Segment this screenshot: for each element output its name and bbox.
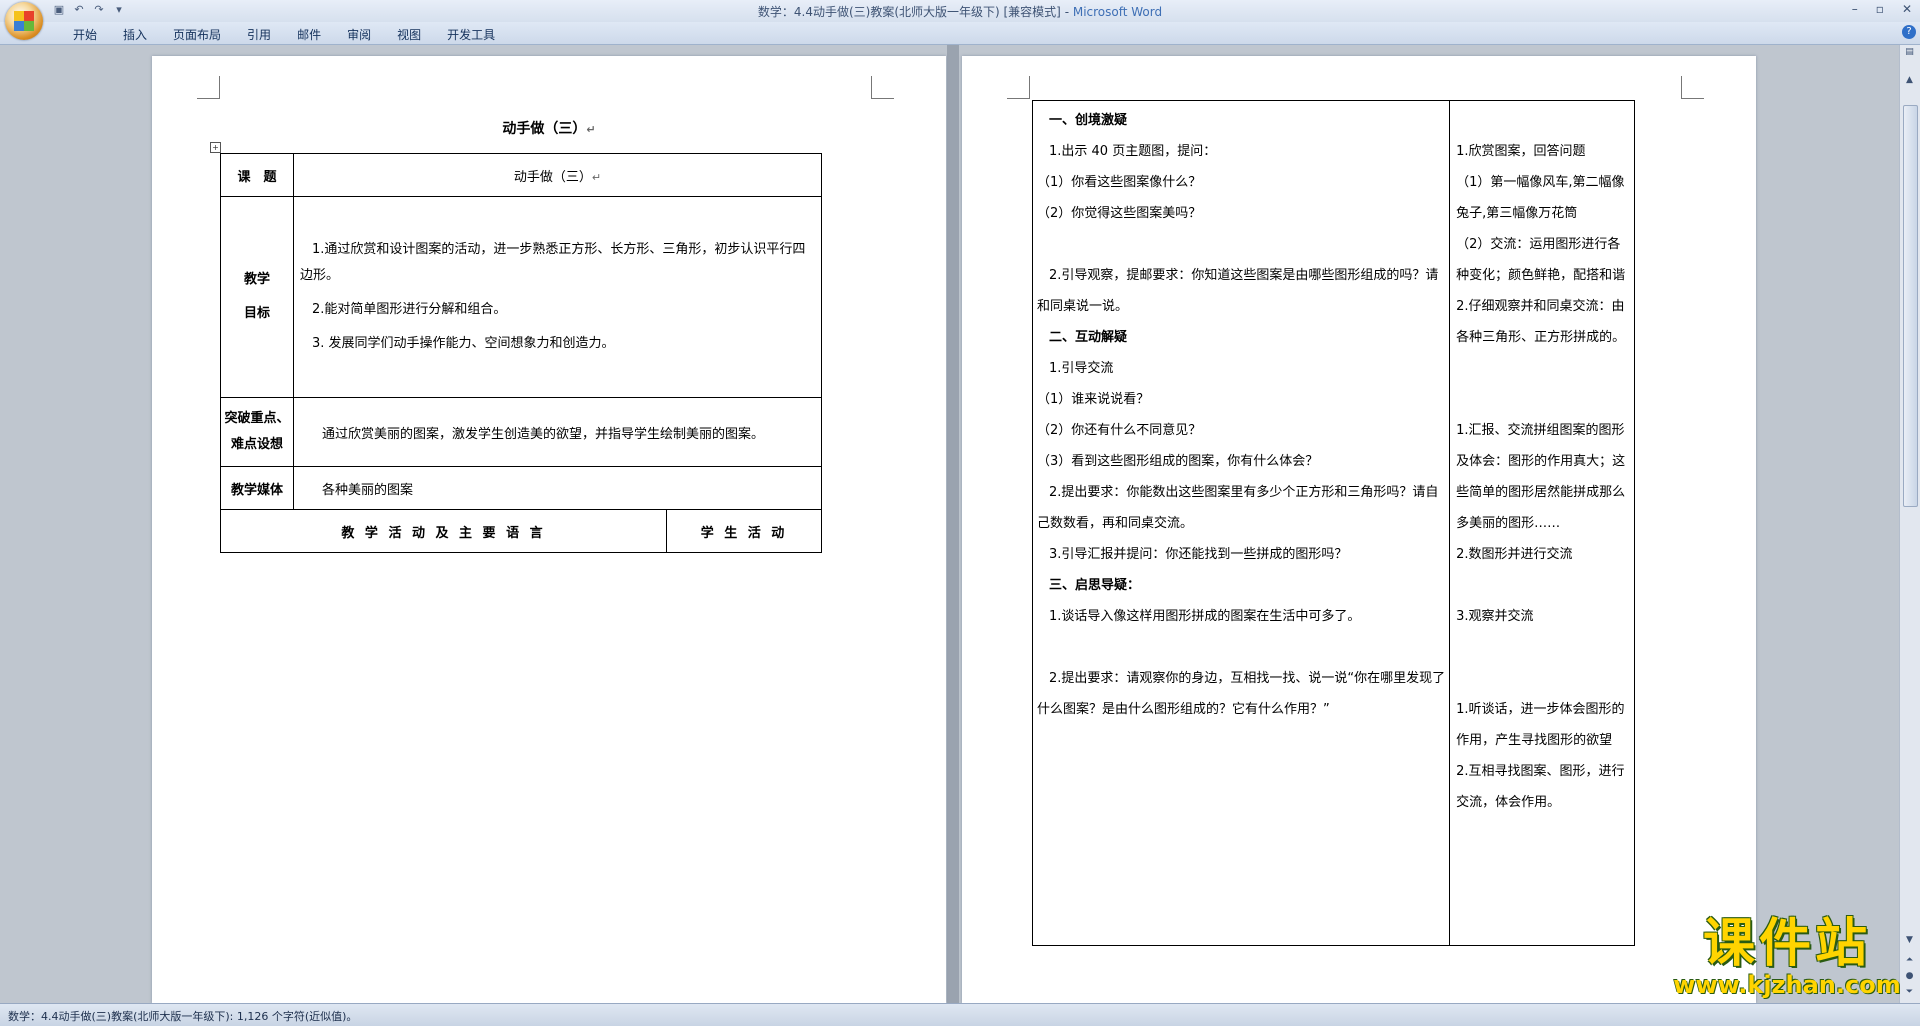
table-move-handle-icon[interactable]: + xyxy=(210,142,221,153)
teacher-line: （2）你还有什么不同意见？ xyxy=(1037,423,1202,438)
ribbon-tab[interactable]: 审阅 xyxy=(334,26,384,43)
student-line xyxy=(1456,663,1630,694)
ribbon-tab[interactable]: 开始 xyxy=(60,26,110,43)
student-activity-header: 学 生 活 动 xyxy=(666,509,822,553)
student-line: 3.观察并交流 xyxy=(1456,609,1534,624)
key-points-value: 通过欣赏美丽的图案，激发学生创造美的欲望，并指导学生绘制美丽的图案。 xyxy=(293,397,822,467)
window-controls: – ▫ ✕ xyxy=(1852,2,1912,16)
page-divider xyxy=(947,45,959,1003)
ruler-toggle-icon[interactable]: ▤ xyxy=(1903,47,1916,59)
teacher-line: 2.提出要求：请观察你的身边，互相找一找、说一说“你在哪里发现了什么图案？是由什… xyxy=(1037,671,1446,717)
margin-corner-mark xyxy=(197,76,220,99)
media-label: 教学媒体 xyxy=(220,466,294,510)
topic-label: 课 题 xyxy=(220,153,294,197)
teacher-line: 2.引导观察，提邮要求：你知道这些图案是由哪些图形组成的吗？请和同桌说一说。 xyxy=(1037,268,1439,314)
maximize-icon[interactable]: ▫ xyxy=(1876,2,1884,16)
watermark-url: www.kjzhan.com xyxy=(1673,971,1901,999)
goal-item: 2.能对简单图形进行分解和组合。 xyxy=(312,302,507,317)
lesson-activity-table: 一、创境激疑 1.出示 40 页主题图，提问： （1）你看这些图案像什么？ （2）你觉… xyxy=(1031,100,1635,946)
ribbon-tab[interactable]: 邮件 xyxy=(284,26,334,43)
student-line: 1.欣赏图案，回答问题 xyxy=(1456,144,1586,159)
student-line: 2.数图形并进行交流 xyxy=(1456,547,1573,562)
office-button[interactable] xyxy=(5,2,43,40)
student-line: 2.仔细观察并和同桌交流：由各种三角形、正方形拼成的。 xyxy=(1456,299,1626,345)
teacher-line: （2）你觉得这些图案美吗？ xyxy=(1037,206,1202,221)
teacher-line: （1）谁来说说看？ xyxy=(1037,392,1150,407)
teacher-line xyxy=(1037,229,1445,260)
teacher-line: （3）看到这些图形组成的图案，你有什么体会？ xyxy=(1037,454,1319,469)
ribbon-tab[interactable]: 插入 xyxy=(110,26,160,43)
document-heading: 动手做（三）↵ xyxy=(502,121,596,137)
teacher-activity-cell: 一、创境激疑 1.出示 40 页主题图，提问： （1）你看这些图案像什么？ （2）你觉… xyxy=(1031,100,1451,946)
teacher-line: 1.出示 40 页主题图，提问： xyxy=(1049,144,1217,159)
watermark-title: 课件站 xyxy=(1702,914,1871,974)
goal-item: 1.通过欣赏和设计图案的活动，进一步熟悉正方形、长方形、三角形，初步认识平行四边… xyxy=(300,242,806,283)
section-heading: 二、互动解疑 xyxy=(1049,330,1128,345)
ribbon-tab[interactable]: 开发工具 xyxy=(434,26,508,43)
help-icon[interactable]: ? xyxy=(1902,25,1916,39)
activity-header: 教 学 活 动 及 主 要 语 言 xyxy=(220,509,667,553)
goals-label: 教学 目标 xyxy=(220,196,294,398)
student-line xyxy=(1456,353,1630,384)
ribbon-tab[interactable]: 页面布局 xyxy=(160,26,234,43)
ribbon-tab-bar: 开始 插入 页面布局 引用 邮件 审阅 视图 开发工具 ? xyxy=(0,22,1920,45)
teacher-line: 3.引导汇报并提问：你还能找到一些拼成的图形吗？ xyxy=(1049,547,1348,562)
vertical-scrollbar[interactable]: ▤ ▲ ▼ ⏶ ● ⏷ xyxy=(1899,45,1920,1003)
student-activity-cell: 1.欣赏图案，回答问题 （1）第一幅像风车,第二幅像兔子,第三幅像万花筒 （2）交流… xyxy=(1449,100,1635,946)
margin-corner-mark xyxy=(871,76,894,99)
section-heading: 一、创境激疑 xyxy=(1049,113,1128,128)
topic-value: 动手做（三）↵ xyxy=(293,153,822,197)
goal-item: 3. 发展同学们动手操作能力、空间想象力和创造力。 xyxy=(312,336,615,351)
teacher-line: 2.提出要求：你能数出这些图案里有多少个正方形和三角形吗？请自己数数看，再和同桌… xyxy=(1037,485,1439,531)
title-separator: - xyxy=(1060,5,1073,19)
scroll-thumb[interactable] xyxy=(1903,105,1918,507)
teacher-line: 1.引导交流 xyxy=(1049,361,1114,376)
scroll-up-icon[interactable]: ▲ xyxy=(1903,75,1916,87)
ribbon-tab[interactable]: 视图 xyxy=(384,26,434,43)
window-title: 数学：4.4动手做(三)教案(北师大版一年级下) [兼容模式] - Micros… xyxy=(0,3,1920,20)
student-line: （2）交流：运用图形进行各种变化；颜色鲜艳，配搭和谐 xyxy=(1456,237,1626,283)
application-name: Microsoft Word xyxy=(1072,5,1163,19)
status-text: 数学：4.4动手做(三)教案(北师大版一年级下): 1,126 个字符(近似值)… xyxy=(8,1010,358,1023)
student-line: 2.互相寻找图案、图形，进行交流，体会作用。 xyxy=(1456,764,1625,810)
title-bar: ▣ ↶ ↷ ▾ 数学：4.4动手做(三)教案(北师大版一年级下) [兼容模式] … xyxy=(0,0,1920,22)
document-name: 数学：4.4动手做(三)教案(北师大版一年级下) [兼容模式] xyxy=(757,5,1061,19)
kjzhan-watermark-logo: 课件站 www.kjzhan.com xyxy=(1668,915,1906,999)
minimize-icon[interactable]: – xyxy=(1852,2,1858,16)
page-left[interactable]: 动手做（三）↵ + 课 题 动手做（三）↵ 教学 目标 1.通过欣赏和设计图案的… xyxy=(152,56,946,1003)
status-bar: 数学：4.4动手做(三)教案(北师大版一年级下): 1,126 个字符(近似值)… xyxy=(0,1003,1920,1026)
student-line xyxy=(1456,105,1630,136)
key-points-label: 突破重点、 难点设想 xyxy=(220,397,294,467)
student-line: （1）第一幅像风车,第二幅像兔子,第三幅像万花筒 xyxy=(1456,175,1625,221)
close-icon[interactable]: ✕ xyxy=(1902,2,1912,16)
teacher-line: （1）你看这些图案像什么？ xyxy=(1037,175,1202,190)
student-line: 1.汇报、交流拼组图案的图形及体会：图形的作用真大；这些简单的图形居然能拼成那么… xyxy=(1456,423,1626,531)
student-line xyxy=(1456,632,1630,663)
teacher-line: 1.谈话导入像这样用图形拼成的图案在生活中可多了。 xyxy=(1049,609,1361,624)
lesson-info-table: 课 题 动手做（三）↵ 教学 目标 1.通过欣赏和设计图案的活动，进一步熟悉正方… xyxy=(220,153,822,553)
student-line xyxy=(1456,384,1630,415)
media-value: 各种美丽的图案 xyxy=(293,466,822,510)
section-heading: 三、启思导疑： xyxy=(1049,578,1141,593)
goals-cell: 1.通过欣赏和设计图案的活动，进一步熟悉正方形、长方形、三角形，初步认识平行四边… xyxy=(293,196,822,398)
page-right[interactable]: 一、创境激疑 1.出示 40 页主题图，提问： （1）你看这些图案像什么？ （2）你觉… xyxy=(962,56,1756,1003)
ribbon-tab[interactable]: 引用 xyxy=(234,26,284,43)
student-line: 1.听谈话，进一步体会图形的作用，产生寻找图形的欲望 xyxy=(1456,702,1625,748)
margin-corner-mark xyxy=(1681,76,1704,99)
teacher-line xyxy=(1037,632,1445,663)
margin-corner-mark xyxy=(1007,76,1030,99)
student-line xyxy=(1456,570,1630,601)
office-logo-icon xyxy=(14,11,34,31)
